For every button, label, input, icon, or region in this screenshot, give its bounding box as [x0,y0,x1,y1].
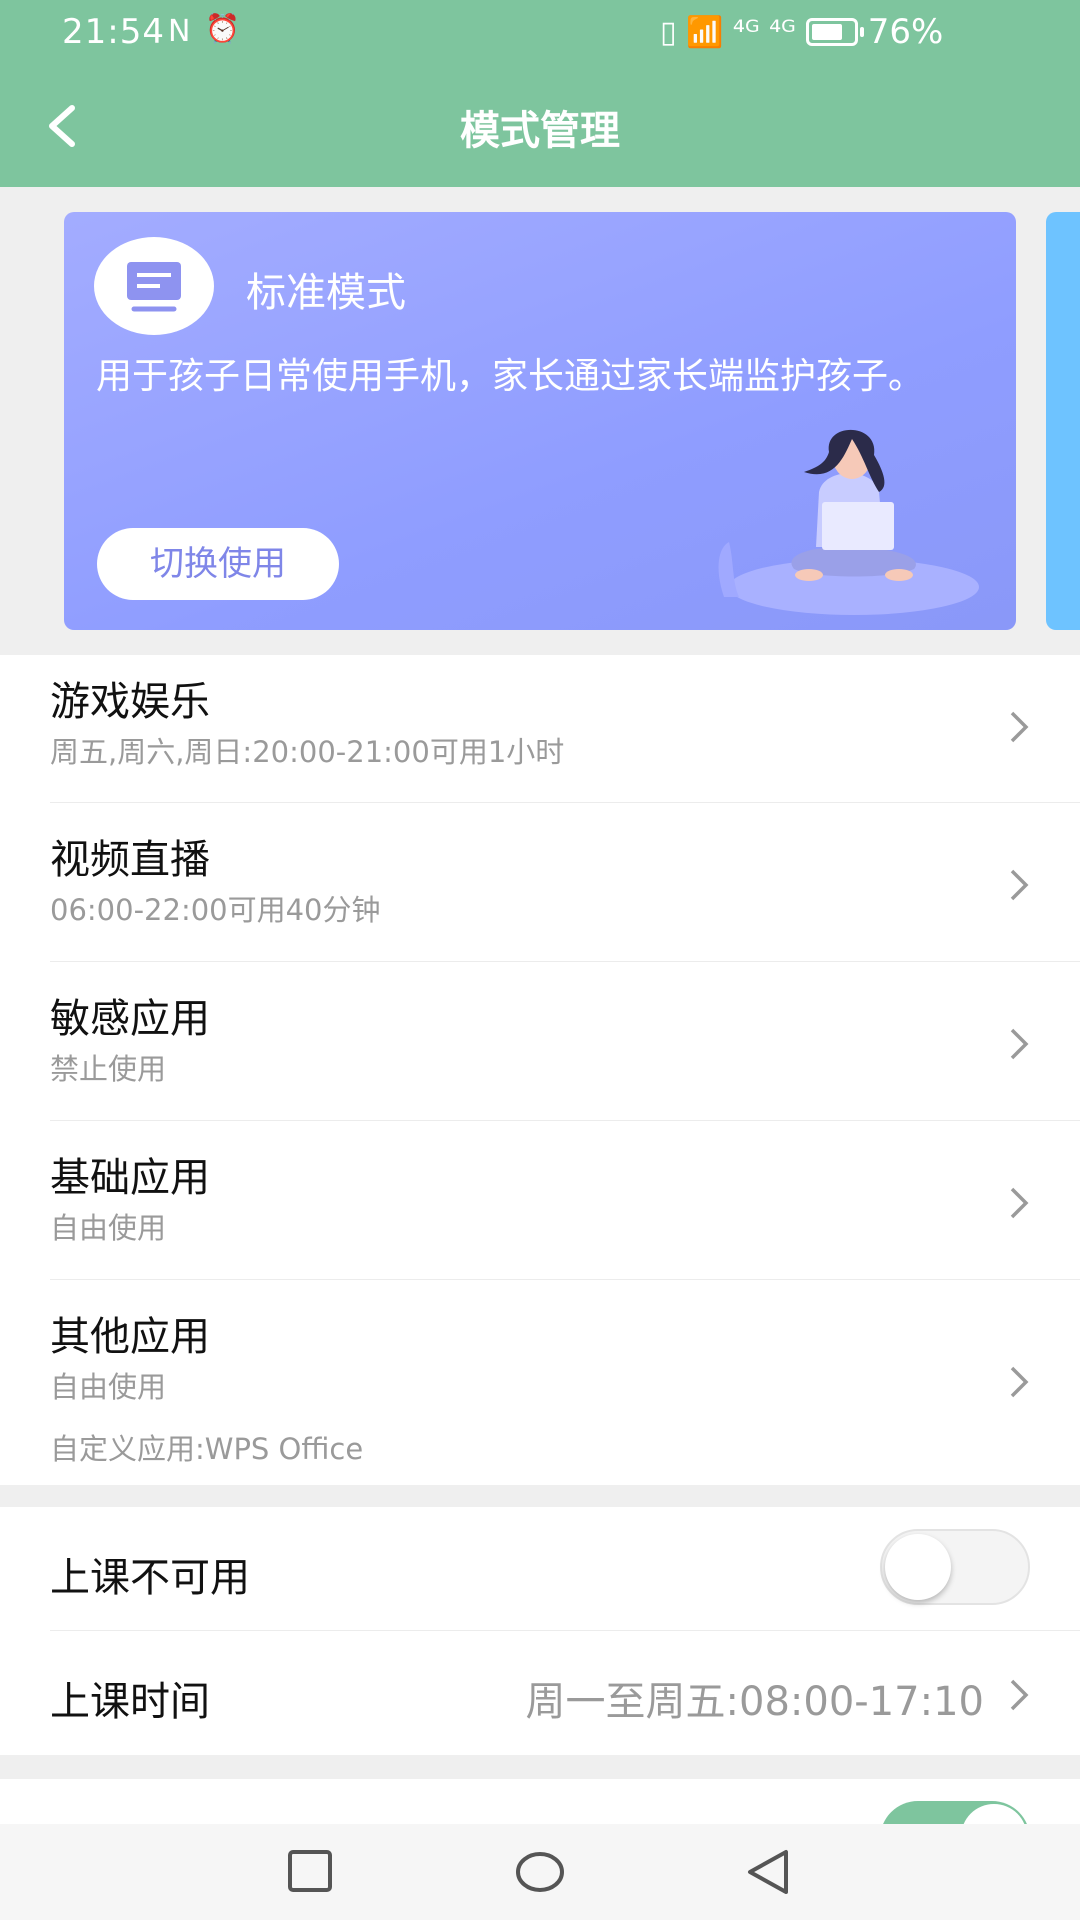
section-divider [0,1755,1080,1779]
chevron-right-icon [1010,1679,1029,1711]
list-item-title: 游戏娱乐 [50,679,210,725]
triangle-back-icon [748,1850,788,1894]
alarm-icon: ⏰ [205,12,240,45]
class-time-value: 周一至周五:08:00-17:10 [525,1679,984,1725]
class-unavailable-toggle[interactable] [880,1529,1030,1605]
page-title: 模式管理 [460,108,620,154]
list-item-sensitive[interactable]: 敏感应用 禁止使用 [0,962,1080,1121]
toggle-knob [961,1804,1027,1824]
class-unavailable-label: 上课不可用 [50,1555,250,1601]
circle-icon [516,1852,564,1892]
home-button[interactable] [510,1846,570,1898]
toggle-knob [885,1534,951,1600]
mode-carousel[interactable]: 标准模式 用于孩子日常使用手机，家长通过家长端监护孩子。 切换使用 [0,187,1080,655]
square-icon [288,1850,332,1892]
recent-apps-button[interactable] [280,1846,340,1898]
list-item-subtitle: 周五,周六,周日:20:00-21:00可用1小时 [50,735,565,769]
class-unavailable-row: 上课不可用 [0,1507,1080,1631]
mode-card-next[interactable] [1046,212,1080,630]
list-item-title: 其他应用 [50,1314,210,1360]
list-item-extra: 自定义应用:WPS Office [50,1432,364,1466]
section-divider [0,1485,1080,1507]
status-time: 21:54 [62,12,165,52]
list-item-video[interactable]: 视频直播 06:00-22:00可用40分钟 [0,803,1080,962]
class-settings: 上课不可用 上课时间 周一至周五:08:00-17:10 [0,1507,1080,1755]
chevron-right-icon [1010,1187,1029,1219]
chevron-right-icon [1010,711,1029,743]
list-item-title: 基础应用 [50,1155,210,1201]
list-item-title: 敏感应用 [50,996,210,1042]
switch-mode-button[interactable]: 切换使用 [97,528,339,600]
chevron-right-icon [1010,869,1029,901]
list-item-subtitle: 06:00-22:00可用40分钟 [50,893,381,927]
chevron-right-icon [1010,1366,1029,1398]
app-rules-list: 游戏娱乐 周五,周六,周日:20:00-21:00可用1小时 视频直播 06:0… [0,655,1080,1485]
list-item-games[interactable]: 游戏娱乐 周五,周六,周日:20:00-21:00可用1小时 [0,655,1080,803]
next-section-partial [0,1779,1080,1824]
next-section-toggle[interactable] [880,1801,1030,1824]
list-item-subtitle: 自由使用 [50,1211,167,1245]
signal-icons: ▯ 📶 ⁴ᴳ ⁴ᴳ [660,14,796,50]
system-nav-bar [0,1824,1080,1920]
battery-icon [805,18,864,46]
battery-fill [811,24,842,40]
mode-title: 标准模式 [246,270,406,316]
back-nav-button[interactable] [740,1846,800,1898]
status-icons: ▯ 📶 ⁴ᴳ ⁴ᴳ 76% [660,12,943,52]
class-time-label: 上课时间 [50,1679,210,1725]
mode-icon-badge [94,237,214,335]
list-item-subtitle: 自由使用 [50,1370,167,1404]
class-time-row[interactable]: 上课时间 周一至周五:08:00-17:10 [0,1631,1080,1755]
chevron-right-icon [1010,1028,1029,1060]
nfc-icon: N [168,14,191,49]
list-item-subtitle: 禁止使用 [50,1052,167,1086]
list-item-title: 视频直播 [50,837,210,883]
list-item-basic[interactable]: 基础应用 自由使用 [0,1121,1080,1280]
battery-percent: 76% [867,12,944,52]
meditating-girl-illustration [718,429,979,615]
mode-description: 用于孩子日常使用手机，家长通过家长端监护孩子。 [96,356,925,397]
list-item-other[interactable]: 其他应用 自由使用 自定义应用:WPS Office [0,1280,1080,1485]
document-icon [127,262,181,312]
mode-card-standard[interactable]: 标准模式 用于孩子日常使用手机，家长通过家长端监护孩子。 切换使用 [64,212,1016,630]
